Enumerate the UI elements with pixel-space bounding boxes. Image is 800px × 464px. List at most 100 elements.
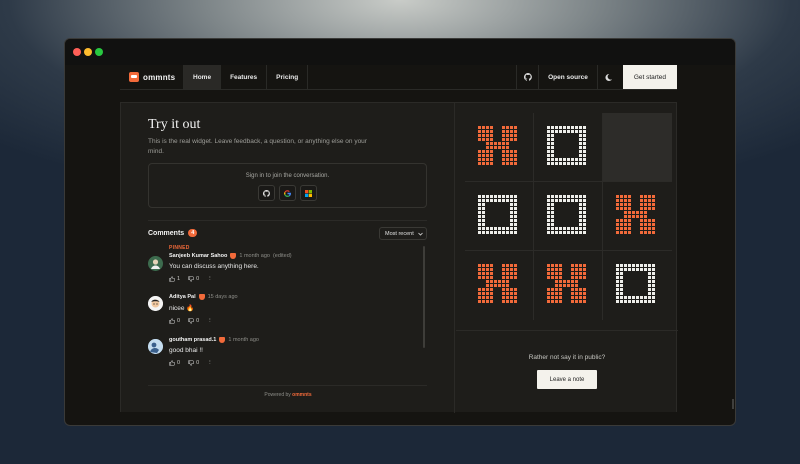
nav-home[interactable]: Home — [183, 65, 221, 89]
dislike-button[interactable]: 0 — [188, 276, 199, 282]
like-count: 1 — [177, 276, 181, 282]
dislike-count: 0 — [196, 360, 200, 366]
comment-actions: 0 0 ⋮ — [169, 360, 259, 366]
comment-meta: Sanjeeb Kumar Sahoo 1 month ago (edited) — [169, 253, 292, 259]
microsoft-icon — [305, 189, 312, 197]
avatar[interactable] — [148, 296, 163, 311]
moderator-shield-icon — [198, 294, 205, 300]
section-divider — [148, 220, 427, 221]
tic-tac-toe-board — [465, 113, 672, 320]
github-link[interactable] — [516, 65, 538, 89]
comment-body: Aditya Pal 15 days ago nicee 🔥 0 0 ⋮ — [169, 294, 238, 324]
edited-label: (edited) — [272, 253, 292, 259]
section-divider — [148, 385, 427, 386]
board-cell[interactable] — [465, 251, 534, 320]
comment-author[interactable]: Aditya Pal — [169, 294, 196, 300]
google-signin-button[interactable] — [279, 185, 296, 201]
avatar-image — [148, 339, 163, 354]
comments-label: Comments — [148, 229, 185, 237]
comment-time: 1 month ago — [239, 253, 270, 259]
comments-scrollbar[interactable] — [423, 246, 425, 348]
comment-text: good bhai !! — [169, 347, 203, 354]
leave-note-button[interactable]: Leave a note — [537, 370, 597, 389]
section-divider — [456, 330, 678, 331]
board-cell[interactable] — [465, 182, 534, 251]
thumbs-down-icon — [188, 318, 194, 324]
thumbs-down-icon — [188, 360, 194, 366]
comment-actions: 1 0 ⋮ — [169, 276, 292, 282]
board-cell[interactable] — [603, 182, 672, 251]
x-mark-icon — [477, 125, 517, 165]
avatar[interactable] — [148, 339, 163, 354]
comment-text: nicee 🔥 — [169, 305, 195, 312]
maximize-window-button[interactable] — [95, 48, 103, 56]
chat-bubble-logo-icon — [129, 72, 139, 82]
minimize-window-button[interactable] — [84, 48, 92, 56]
more-options-button[interactable]: ⋮ — [207, 318, 213, 324]
comment-author[interactable]: goutham prasad.1 — [169, 337, 216, 343]
title-bar — [65, 39, 735, 65]
thumbs-up-icon — [169, 276, 175, 282]
pinned-label: PINNED — [169, 245, 190, 251]
comment-text: You can discuss anything here. — [169, 263, 259, 270]
private-note-question: Rather not say it in public? — [528, 354, 606, 361]
avatar-image — [148, 296, 163, 311]
signin-text: Sign in to join the conversation. — [245, 173, 330, 179]
powered-by-link[interactable]: ommnts — [292, 392, 311, 398]
powered-by: Powered by ommnts — [121, 392, 455, 398]
board-cell[interactable] — [465, 113, 534, 182]
browser-window: ommnts Home Features Pricing Open source… — [64, 38, 736, 426]
signin-providers — [149, 185, 426, 201]
nav-features[interactable]: Features — [220, 65, 266, 89]
comment-time: 1 month ago — [228, 337, 259, 343]
dislike-button[interactable]: 0 — [188, 318, 199, 324]
comments-count-badge: 4 — [188, 229, 198, 237]
comments-header: Comments 4 — [148, 229, 198, 237]
microsoft-signin-button[interactable] — [300, 185, 317, 201]
comment-meta: goutham prasad.1 1 month ago — [169, 337, 259, 343]
brand-logo-link[interactable]: ommnts — [120, 65, 183, 89]
more-options-button[interactable]: ⋮ — [207, 276, 213, 282]
github-icon — [263, 189, 270, 197]
o-mark-icon — [616, 264, 655, 303]
x-mark-icon — [616, 194, 655, 234]
widget-subtitle: This is the real widget. Leave feedback,… — [148, 138, 367, 155]
like-button[interactable]: 0 — [169, 318, 180, 324]
google-icon — [284, 189, 291, 197]
chevron-down-icon — [417, 232, 423, 236]
thumbs-up-icon — [169, 360, 175, 366]
board-cell[interactable] — [534, 113, 603, 182]
thumbs-up-icon — [169, 318, 175, 324]
open-source-link[interactable]: Open source — [538, 65, 597, 89]
like-count: 0 — [177, 360, 181, 366]
window-scrollbar[interactable] — [732, 399, 734, 409]
dislike-button[interactable]: 0 — [188, 360, 199, 366]
more-options-button[interactable]: ⋮ — [207, 360, 213, 366]
nav-spacer — [307, 65, 516, 89]
widget-title: Try it out — [148, 117, 201, 132]
board-cell[interactable] — [603, 251, 672, 320]
o-mark-icon — [477, 194, 517, 234]
game-panel: Rather not say it in public? Leave a not… — [456, 103, 678, 413]
comment-time: 15 days ago — [207, 294, 238, 300]
x-mark-icon — [477, 264, 517, 303]
get-started-button[interactable]: Get started — [622, 65, 677, 89]
board-cell[interactable] — [534, 251, 603, 320]
like-count: 0 — [177, 318, 181, 324]
avatar[interactable] — [148, 256, 163, 271]
github-signin-button[interactable] — [258, 185, 275, 201]
like-button[interactable]: 1 — [169, 276, 180, 282]
board-cell[interactable] — [603, 113, 672, 182]
moon-icon — [605, 73, 612, 81]
theme-toggle-button[interactable] — [596, 65, 619, 89]
comment-author[interactable]: Sanjeeb Kumar Sahoo — [169, 253, 227, 259]
sort-dropdown[interactable]: Most recent — [379, 227, 427, 240]
comment-body: goutham prasad.1 1 month ago good bhai !… — [169, 337, 259, 366]
board-cell[interactable] — [534, 182, 603, 251]
avatar-image — [148, 256, 163, 271]
close-window-button[interactable] — [73, 48, 81, 56]
o-mark-icon — [546, 194, 586, 234]
top-navbar: ommnts Home Features Pricing Open source… — [120, 65, 677, 90]
like-button[interactable]: 0 — [169, 360, 180, 366]
nav-pricing[interactable]: Pricing — [266, 65, 307, 89]
